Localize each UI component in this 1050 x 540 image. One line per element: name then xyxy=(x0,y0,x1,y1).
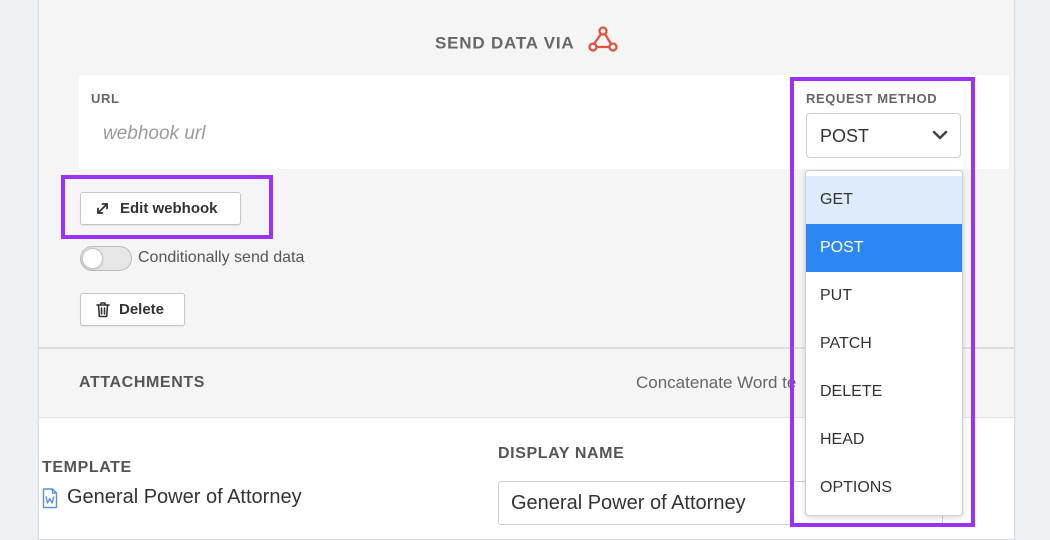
method-option-delete[interactable]: DELETE xyxy=(806,368,962,416)
method-option-head[interactable]: HEAD xyxy=(806,416,962,464)
method-option-patch[interactable]: PATCH xyxy=(806,320,962,368)
edit-webhook-label: Edit webhook xyxy=(120,200,218,217)
word-document-icon xyxy=(42,488,58,514)
url-label: URL xyxy=(91,91,120,106)
conditional-send-label: Conditionally send data xyxy=(138,249,305,266)
delete-label: Delete xyxy=(119,301,165,318)
display-name-label: DISPLAY NAME xyxy=(498,445,625,462)
method-option-options[interactable]: OPTIONS xyxy=(806,464,962,512)
method-option-put[interactable]: PUT xyxy=(806,272,962,320)
template-name: General Power of Attorney xyxy=(67,486,302,508)
send-data-title: SEND DATA VIA xyxy=(39,26,1014,58)
concatenate-word-label: Concatenate Word te xyxy=(636,373,797,392)
webhook-icon xyxy=(588,25,618,58)
method-option-get[interactable]: GET xyxy=(806,176,962,224)
request-method-dropdown: GET POST PUT PATCH DELETE HEAD OPTIONS xyxy=(805,170,963,516)
template-label: TEMPLATE xyxy=(42,459,132,476)
request-method-select[interactable]: POST xyxy=(806,113,961,158)
method-option-post[interactable]: POST xyxy=(806,224,962,272)
delete-button[interactable]: Delete xyxy=(80,293,185,326)
send-data-title-text: SEND DATA VIA xyxy=(434,33,575,53)
edit-webhook-button[interactable]: Edit webhook xyxy=(80,192,241,225)
webhook-url-input[interactable] xyxy=(101,117,705,151)
conditional-send-toggle[interactable] xyxy=(80,246,132,271)
chevron-down-icon xyxy=(932,127,948,148)
request-method-value: POST xyxy=(820,126,870,146)
request-method-label: REQUEST METHOD xyxy=(806,91,938,106)
expand-arrows-icon xyxy=(95,201,110,220)
attachments-title: ATTACHMENTS xyxy=(79,374,205,391)
trash-icon xyxy=(96,301,110,322)
toggle-knob xyxy=(82,248,103,269)
